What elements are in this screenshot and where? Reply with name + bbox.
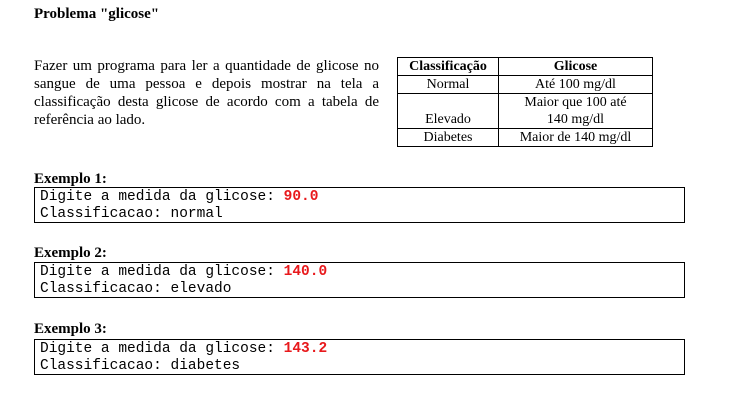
console-input-value: 90.0 [283,189,319,205]
cell-classification: Elevado [397,93,499,129]
console-output-line: Classificacao: diabetes [40,358,241,374]
cell-classification: Normal [397,75,499,94]
header-glicose: Glicose [498,57,653,76]
example-3-label: Exemplo 3: [34,321,107,337]
header-classificacao: Classificação [397,57,499,76]
problem-description: Fazer um programa para ler a quantidade … [34,58,379,128]
console-input-value: 143.2 [283,341,328,357]
console-input-line: Digite a medida da glicose: 143.2 [40,341,684,358]
table-row: Elevado Maior que 100 até 140 mg/dl [397,93,653,129]
console-prompt: Digite a medida da glicose: [40,264,284,280]
cell-glucose: Até 100 mg/dl [498,75,653,94]
console-prompt: Digite a medida da glicose: [40,341,284,357]
console-output-line: Classificacao: normal [40,206,223,222]
table-header-row: Classificação Glicose [397,57,653,76]
cell-glucose: Maior de 140 mg/dl [498,128,653,147]
console-output-line: Classificacao: elevado [40,281,232,297]
console-input-value: 140.0 [283,264,328,280]
console-prompt: Digite a medida da glicose: [40,189,284,205]
console-input-line: Digite a medida da glicose: 140.0 [40,264,684,281]
example-1-label: Exemplo 1: [34,171,107,187]
table-row: Diabetes Maior de 140 mg/dl [397,128,653,147]
cell-classification: Diabetes [397,128,499,147]
console-input-line: Digite a medida da glicose: 90.0 [40,189,684,206]
reference-table: Classificação Glicose Normal Até 100 mg/… [397,57,653,147]
example-1-console: Digite a medida da glicose: 90.0 Classif… [34,187,685,223]
example-3-console: Digite a medida da glicose: 143.2 Classi… [34,339,685,375]
example-2-console: Digite a medida da glicose: 140.0 Classi… [34,262,685,298]
cell-glucose: Maior que 100 até 140 mg/dl [498,93,653,129]
example-2-label: Exemplo 2: [34,245,107,261]
page-title: Problema "glicose" [34,6,160,22]
table-row: Normal Até 100 mg/dl [397,75,653,94]
